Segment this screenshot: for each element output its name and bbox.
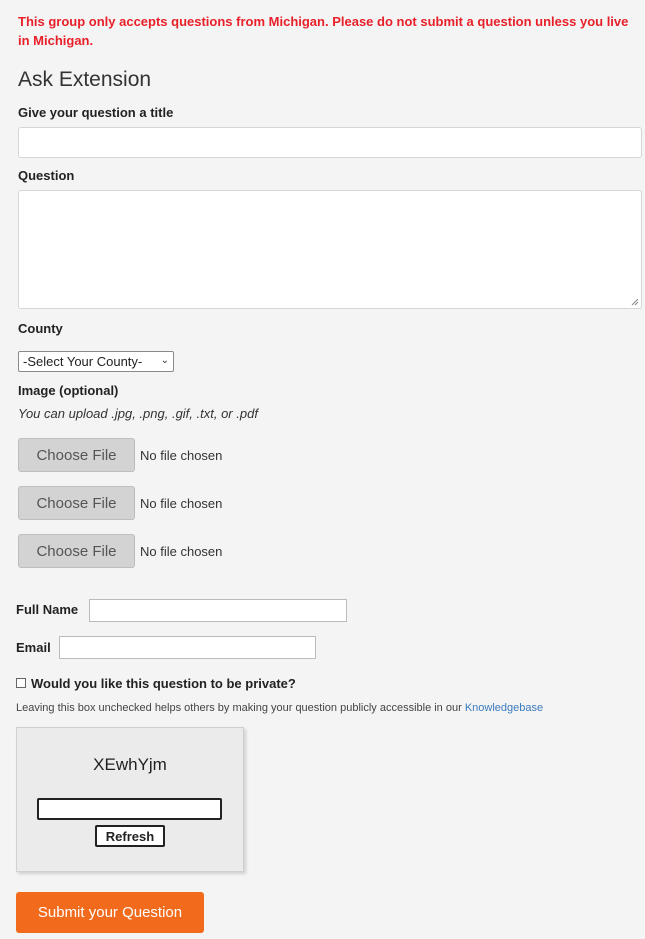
full-name-label: Full Name [16, 602, 79, 617]
refresh-captcha-button[interactable]: Refresh [95, 825, 165, 847]
captcha-input[interactable] [37, 798, 222, 820]
private-checkbox[interactable] [16, 678, 26, 688]
title-input[interactable] [18, 127, 642, 158]
question-textarea[interactable] [18, 190, 642, 309]
county-select-value: -Select Your County- [23, 354, 143, 369]
file-upload-row: Choose File No file chosen [18, 486, 222, 520]
file-upload-row: Choose File No file chosen [18, 438, 222, 472]
choose-file-button[interactable]: Choose File [18, 486, 135, 520]
county-select[interactable]: -Select Your County- ⌄ [18, 351, 174, 372]
image-upload-hint: You can upload .jpg, .png, .gif, .txt, o… [18, 406, 258, 421]
county-label: County [18, 321, 63, 336]
full-name-input[interactable] [89, 599, 347, 622]
captcha-code: XEwhYjm [93, 755, 167, 774]
question-label: Question [18, 168, 75, 183]
submit-question-button[interactable]: Submit your Question [16, 892, 204, 933]
chevron-down-icon: ⌄ [160, 355, 169, 366]
private-checkbox-label[interactable]: Would you like this question to be priva… [31, 676, 296, 691]
captcha-box: XEwhYjm Refresh [16, 727, 244, 872]
page-title: Ask Extension [18, 68, 152, 91]
email-input[interactable] [59, 636, 316, 659]
michigan-only-warning: This group only accepts questions from M… [18, 14, 629, 48]
image-label: Image (optional) [18, 383, 119, 398]
choose-file-button[interactable]: Choose File [18, 438, 135, 472]
private-note-text: Leaving this box unchecked helps others … [16, 702, 465, 714]
file-status: No file chosen [140, 447, 223, 463]
knowledgebase-link[interactable]: Knowledgebase [465, 702, 543, 714]
resize-grip-icon[interactable] [631, 298, 639, 306]
file-upload-row: Choose File No file chosen [18, 534, 222, 568]
file-status: No file chosen [140, 495, 223, 511]
ask-extension-page: This group only accepts questions from M… [0, 0, 645, 939]
private-note: Leaving this box unchecked helps others … [16, 702, 543, 714]
email-label: Email [16, 640, 51, 655]
file-status: No file chosen [140, 543, 223, 559]
choose-file-button[interactable]: Choose File [18, 534, 135, 568]
title-label: Give your question a title [18, 105, 174, 120]
